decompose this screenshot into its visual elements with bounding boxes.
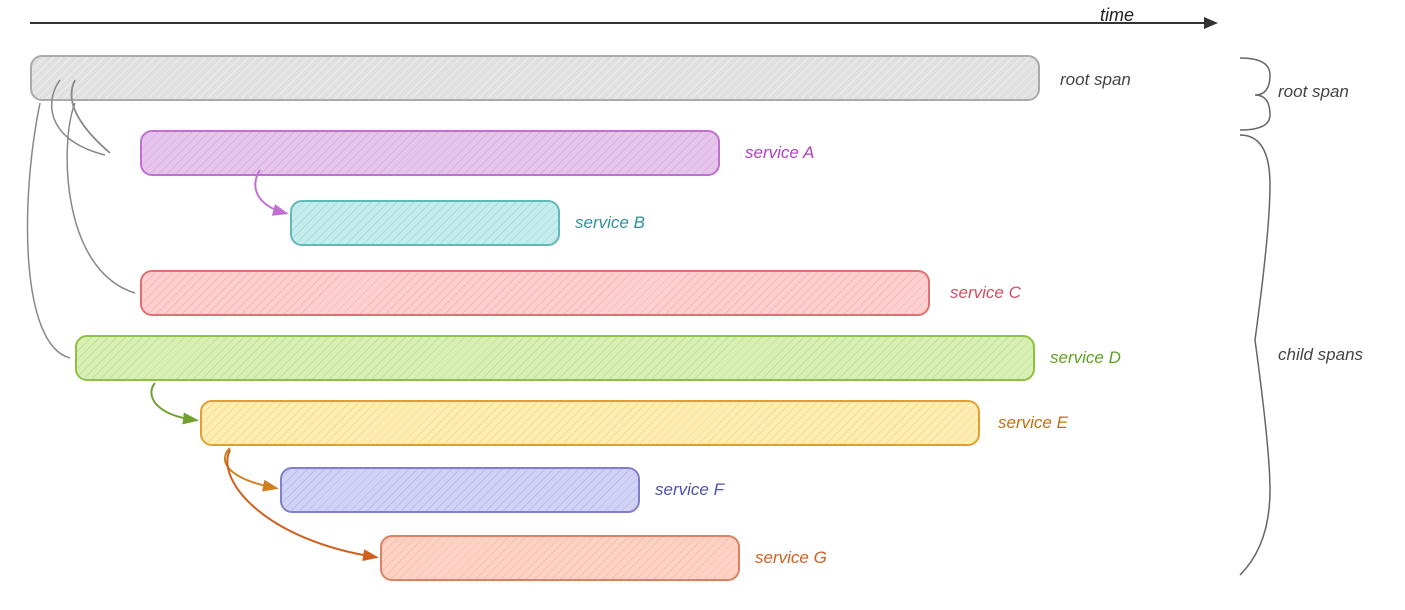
service-e-hatch [202, 402, 978, 444]
time-label: time [1100, 5, 1134, 26]
service-d-hatch [77, 337, 1033, 379]
root-span-label: root span [1060, 70, 1131, 90]
service-a-hatch [142, 132, 718, 174]
service-g-bar [380, 535, 740, 581]
service-c-label: service C [950, 283, 1021, 303]
service-d-label: service D [1050, 348, 1121, 368]
root-span-hatch [32, 57, 1038, 99]
service-e-bar [200, 400, 980, 446]
service-c-hatch [142, 272, 928, 314]
service-g-label: service G [755, 548, 827, 568]
service-a-label: service A [745, 143, 814, 163]
service-f-hatch [282, 469, 638, 511]
service-b-hatch [292, 202, 558, 244]
root-span-bar [30, 55, 1040, 101]
service-d-bar [75, 335, 1035, 381]
time-arrow [30, 22, 1210, 24]
service-e-label: service E [998, 413, 1068, 433]
service-f-label: service F [655, 480, 724, 500]
service-c-bar [140, 270, 930, 316]
service-b-bar [290, 200, 560, 246]
child-spans-brace-label: child spans [1278, 345, 1363, 365]
service-g-hatch [382, 537, 738, 579]
diagram: time service A service B service C servi… [0, 0, 1405, 610]
root-span-brace-label: root span [1278, 82, 1349, 102]
service-a-bar [140, 130, 720, 176]
service-b-label: service B [575, 213, 645, 233]
service-f-bar [280, 467, 640, 513]
